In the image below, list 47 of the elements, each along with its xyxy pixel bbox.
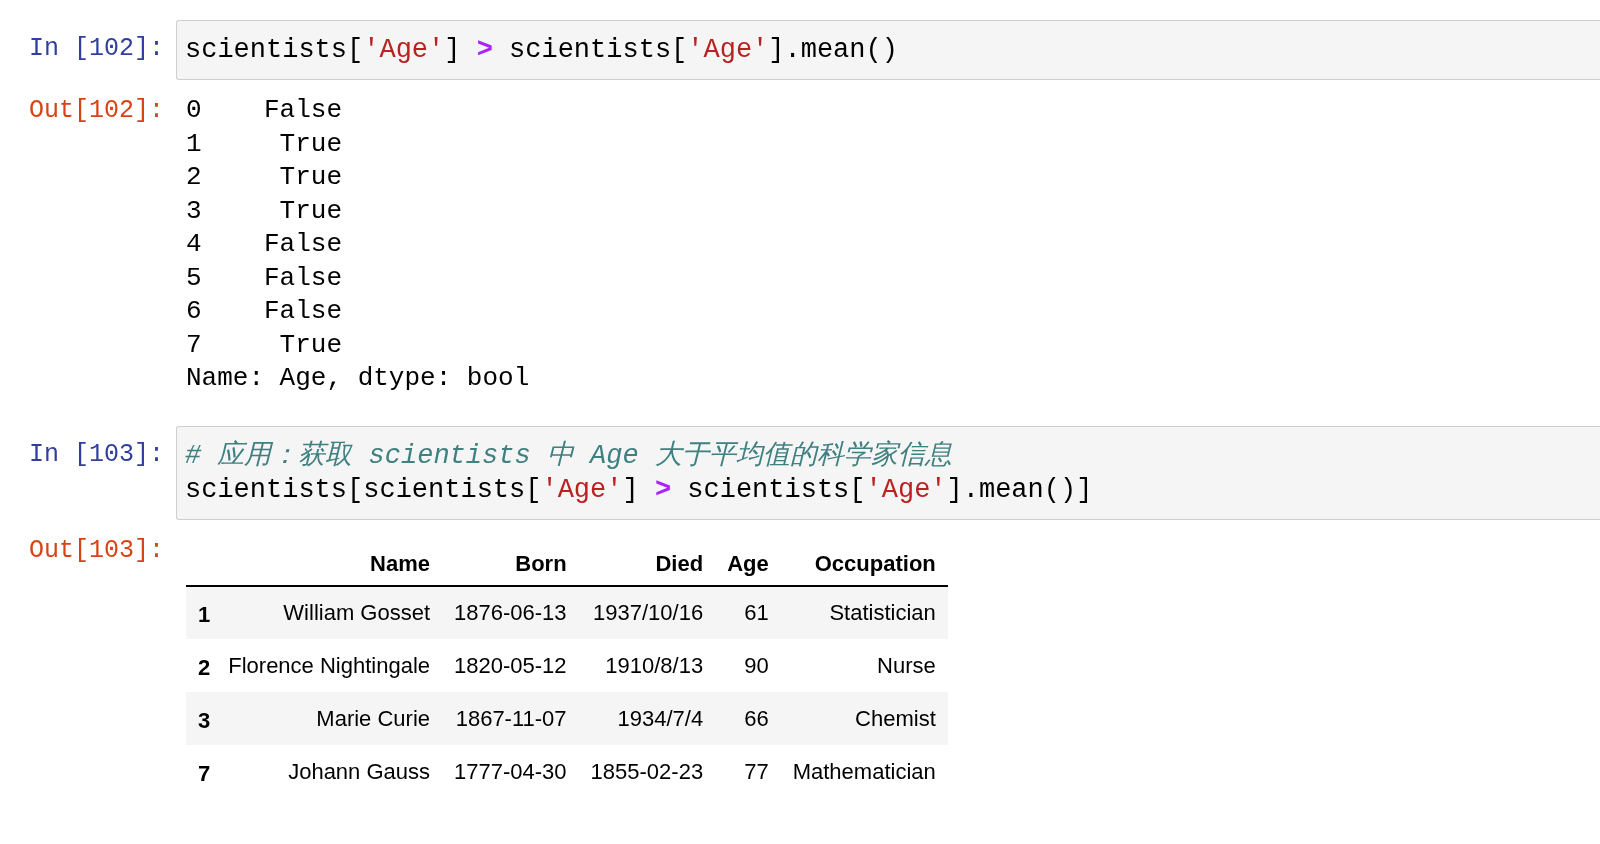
input-prompt: In [103]: xyxy=(28,438,164,471)
row-index: 2 xyxy=(186,638,217,692)
table-cell: 1855-02-23 xyxy=(578,744,716,798)
table-cell: Florence Nightingale xyxy=(216,638,443,692)
code-cell[interactable]: scientists['Age'] > scientists['Age'].mean() xyxy=(176,20,1600,80)
column-header: Name xyxy=(216,541,443,586)
input-prompt: In [102]: xyxy=(28,33,164,65)
table-cell: 77 xyxy=(715,744,781,798)
code-cell[interactable]: # 应用：获取 scientists 中 Age 大于平均值的科学家信息 scientists[scientists['Age'] > scientists['Age'].mean()] xyxy=(176,425,1600,520)
table-cell: 1876-06-13 xyxy=(442,585,579,639)
table-cell: 1777-04-30 xyxy=(442,744,579,798)
output-prompt: Out[103]: xyxy=(28,534,164,567)
output-line: 0 False xyxy=(186,94,343,127)
table-cell: 61 xyxy=(715,585,781,639)
output-line: 6 False xyxy=(186,295,343,328)
output-line: 2 True xyxy=(186,161,343,194)
table-cell: Statistician xyxy=(780,585,948,639)
table-cell: Johann Gauss xyxy=(216,744,443,798)
code-line: scientists['Age'] > scientists['Age'].mean() xyxy=(185,34,898,67)
table-cell: 1934/7/4 xyxy=(578,691,716,745)
output-line: 5 False xyxy=(186,261,343,295)
column-header: Age xyxy=(715,541,781,586)
code-line: scientists[scientists['Age'] > scientists['Age'].mean()] xyxy=(185,473,1093,507)
output-line: Name: Age, dtype: bool xyxy=(186,362,530,395)
column-header: Born xyxy=(442,541,579,586)
output-line: 1 True xyxy=(186,127,343,161)
output-line: 7 True xyxy=(186,328,343,362)
table-cell: Chemist xyxy=(780,691,948,745)
code-line: # 应用：获取 scientists 中 Age 大于平均值的科学家信息 xyxy=(185,439,952,473)
table-cell: 1937/10/16 xyxy=(578,585,716,639)
table-cell: 66 xyxy=(715,691,781,745)
row-index: 1 xyxy=(186,585,217,639)
table-cell: William Gosset xyxy=(216,585,443,639)
row-index: 7 xyxy=(186,744,217,798)
row-index: 3 xyxy=(186,691,217,745)
table-cell: 1820-05-12 xyxy=(442,638,579,692)
output-line: 4 False xyxy=(186,228,343,261)
table-cell: 90 xyxy=(715,638,781,692)
column-header: Occupation xyxy=(780,541,948,586)
output-prompt: Out[102]: xyxy=(28,95,164,127)
output-line: 3 True xyxy=(186,194,343,228)
table-cell: Mathematician xyxy=(780,744,948,798)
table-cell: Nurse xyxy=(780,638,948,692)
table-cell: 1910/8/13 xyxy=(578,638,716,692)
table-cell: 1867-11-07 xyxy=(442,691,579,745)
table-cell: Marie Curie xyxy=(216,691,443,745)
column-header: Died xyxy=(578,541,716,586)
